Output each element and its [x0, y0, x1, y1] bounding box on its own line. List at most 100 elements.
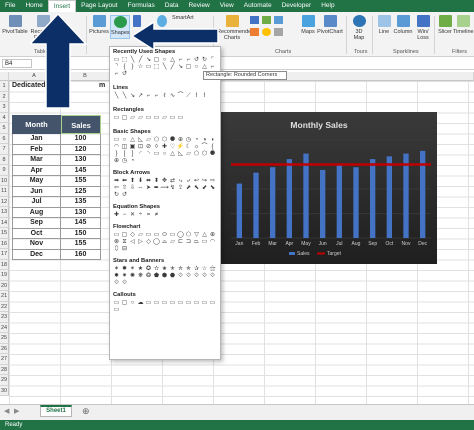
- tab-automate[interactable]: Automate: [239, 0, 277, 12]
- shape-option-icon[interactable]: ▢: [121, 300, 128, 306]
- shape-option-icon[interactable]: ✺: [129, 273, 136, 279]
- shape-option-icon[interactable]: ⬚: [153, 64, 160, 70]
- shape-option-icon[interactable]: ∿: [169, 93, 176, 99]
- shape-option-icon[interactable]: ⬯: [113, 246, 120, 252]
- shape-option-icon[interactable]: ▭: [153, 232, 160, 238]
- row-header[interactable]: 27: [0, 354, 9, 365]
- shape-option-icon[interactable]: ↘: [145, 57, 152, 63]
- table-cell-sales[interactable]: 155: [61, 176, 101, 187]
- sparkline-column-button[interactable]: Column: [393, 15, 413, 35]
- shape-option-icon[interactable]: ◠: [209, 239, 216, 245]
- shape-option-icon[interactable]: ⊏: [177, 239, 184, 245]
- shape-option-icon[interactable]: ⬟: [153, 273, 160, 279]
- shape-option-icon[interactable]: ⤷: [177, 178, 184, 184]
- shape-option-icon[interactable]: ▱: [137, 115, 144, 121]
- table-cell-month[interactable]: Sep: [12, 218, 61, 229]
- shape-option-icon[interactable]: ▭: [153, 151, 160, 157]
- shape-option-icon[interactable]: ▭: [193, 300, 200, 306]
- shape-option-icon[interactable]: ◖: [209, 137, 216, 143]
- shape-option-icon[interactable]: ◝: [145, 151, 152, 157]
- table-cell-sales[interactable]: 145: [61, 218, 101, 229]
- shape-option-icon[interactable]: ↘: [177, 64, 184, 70]
- shape-option-icon[interactable]: }: [113, 151, 120, 157]
- shape-option-icon[interactable]: ⯃: [209, 151, 216, 157]
- chart-bar-sales[interactable]: [303, 153, 309, 238]
- row-header[interactable]: 2: [0, 91, 9, 102]
- shape-option-icon[interactable]: ╱: [169, 64, 176, 70]
- chart-bar-sales[interactable]: [353, 167, 359, 238]
- shape-option-icon[interactable]: ℓ: [161, 93, 168, 99]
- shape-option-icon[interactable]: ▭: [169, 300, 176, 306]
- shape-option-icon[interactable]: ☼: [193, 144, 200, 150]
- tab-data[interactable]: Data: [160, 0, 184, 12]
- shape-option-icon[interactable]: ▭: [113, 137, 120, 143]
- shape-option-icon[interactable]: ↺: [121, 192, 128, 198]
- shape-option-icon[interactable]: ◇: [145, 239, 152, 245]
- shape-option-icon[interactable]: ◜: [137, 151, 144, 157]
- shape-option-icon[interactable]: ⊕: [113, 158, 120, 164]
- shape-option-icon[interactable]: ▽: [193, 232, 200, 238]
- shape-option-icon[interactable]: ✸: [113, 273, 120, 279]
- shape-option-icon[interactable]: }: [129, 64, 136, 70]
- row-header[interactable]: 16: [0, 238, 9, 249]
- shape-option-icon[interactable]: ⬚: [121, 57, 128, 63]
- row-header[interactable]: 28: [0, 364, 9, 375]
- table-header-month[interactable]: Month: [12, 115, 61, 134]
- shape-option-icon[interactable]: ◺: [177, 151, 184, 157]
- shape-option-icon[interactable]: ⟐: [177, 273, 184, 279]
- shape-option-icon[interactable]: ⇄: [169, 178, 176, 184]
- shape-option-icon[interactable]: ⬡: [201, 151, 208, 157]
- row-header[interactable]: 15: [0, 228, 9, 239]
- shape-option-icon[interactable]: ◷: [185, 137, 192, 143]
- shape-option-icon[interactable]: ▭: [161, 300, 168, 306]
- shape-option-icon[interactable]: ♡: [169, 144, 176, 150]
- shape-option-icon[interactable]: ⌇: [193, 93, 200, 99]
- shape-option-icon[interactable]: ▢: [153, 57, 160, 63]
- shape-option-icon[interactable]: △: [201, 232, 208, 238]
- shape-option-icon[interactable]: ☾: [185, 144, 192, 150]
- shape-option-icon[interactable]: ⇔: [137, 185, 144, 191]
- shape-option-icon[interactable]: ╱: [137, 57, 144, 63]
- shape-option-icon[interactable]: ▭: [145, 232, 152, 238]
- shape-option-icon[interactable]: ⌝: [113, 64, 120, 70]
- shape-option-icon[interactable]: ⌐: [145, 93, 152, 99]
- shape-option-icon[interactable]: ▣: [129, 144, 136, 150]
- pie-chart-icon[interactable]: [262, 28, 271, 36]
- chart-bar-sales[interactable]: [270, 167, 276, 238]
- row-header[interactable]: 25: [0, 333, 9, 344]
- chart-bar-sales[interactable]: [253, 172, 259, 238]
- shape-option-icon[interactable]: ○: [129, 300, 136, 306]
- shape-option-icon[interactable]: ⬡: [161, 137, 168, 143]
- row-header[interactable]: 4: [0, 112, 9, 123]
- shape-option-icon[interactable]: ⚝: [209, 266, 216, 272]
- next-sheet-icon[interactable]: ▶: [14, 407, 19, 415]
- row-header[interactable]: 20: [0, 280, 9, 291]
- pivotchart-button[interactable]: PivotChart: [316, 15, 344, 35]
- shape-option-icon[interactable]: ✴: [129, 266, 136, 272]
- shape-option-icon[interactable]: ⌐: [177, 57, 184, 63]
- pictures-button[interactable]: Pictures: [88, 15, 110, 35]
- row-header[interactable]: 12: [0, 196, 9, 207]
- monthly-sales-chart[interactable]: Monthly Sales Jan Feb Mar Apr May Jun Jul Aug Se…: [209, 112, 437, 264]
- shape-option-icon[interactable]: ◁: [129, 239, 136, 245]
- shape-option-icon[interactable]: ◯: [153, 239, 160, 245]
- shape-option-icon[interactable]: ✯: [185, 266, 192, 272]
- sparkline-winloss-button[interactable]: Win/ Loss: [415, 15, 431, 41]
- line-chart-icon[interactable]: [250, 28, 259, 36]
- shape-option-icon[interactable]: ○: [193, 64, 200, 70]
- shape-option-icon[interactable]: ▭: [145, 300, 152, 306]
- shape-option-icon[interactable]: ↘: [129, 93, 136, 99]
- table-cell-month[interactable]: Aug: [12, 207, 61, 218]
- shape-option-icon[interactable]: ⬠: [193, 151, 200, 157]
- shape-option-icon[interactable]: ▱: [185, 151, 192, 157]
- chart-bar-sales[interactable]: [336, 164, 342, 239]
- row-header[interactable]: 10: [0, 175, 9, 186]
- shape-option-icon[interactable]: ◺: [137, 137, 144, 143]
- shape-option-icon[interactable]: ↻: [113, 192, 120, 198]
- row-header[interactable]: 6: [0, 133, 9, 144]
- chart-bar-sales[interactable]: [286, 159, 292, 238]
- shape-option-icon[interactable]: ▭: [169, 115, 176, 121]
- shape-option-icon[interactable]: ↩: [193, 178, 200, 184]
- shape-option-icon[interactable]: ⧖: [121, 239, 128, 245]
- table-cell-sales[interactable]: 130: [61, 207, 101, 218]
